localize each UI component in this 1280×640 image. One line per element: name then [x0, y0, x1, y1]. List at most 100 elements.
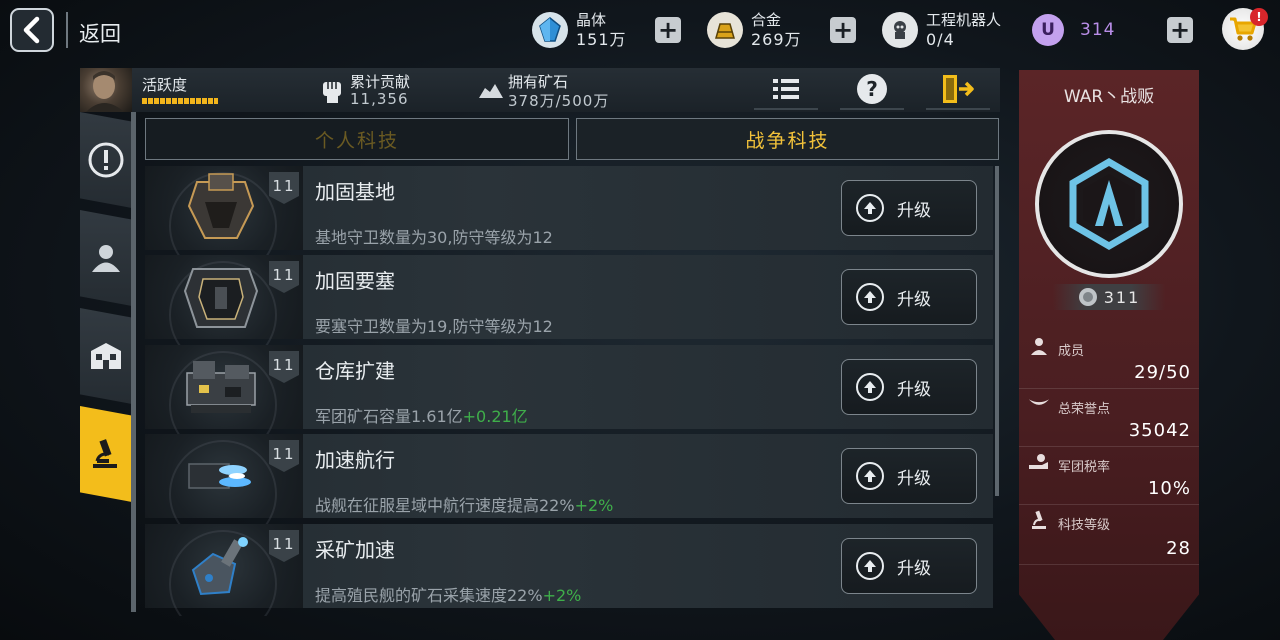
upgrade-label: 升级 — [897, 379, 931, 400]
avatar[interactable] — [80, 68, 132, 112]
divider — [1019, 388, 1199, 389]
help-icon: ? — [857, 74, 887, 104]
tech-level-value: 28 — [1166, 538, 1191, 559]
list-item: 11 加速航行 战舰在征服星域中航行速度提高22%+2% 升级 — [145, 434, 993, 548]
tech-desc-text: 战舰在征服星域中航行速度提高22% — [315, 496, 575, 515]
robot-name: 工程机器人 — [926, 11, 1002, 29]
microscope-icon — [1028, 510, 1050, 530]
warehouse-icon — [186, 361, 256, 413]
person-icon — [92, 245, 120, 272]
notification-badge: ! — [1250, 8, 1268, 26]
activity-bar — [142, 98, 218, 104]
tech-title: 采矿加速 — [315, 538, 395, 562]
u-currency-value: 314 — [1080, 20, 1116, 40]
back-label[interactable]: 返回 — [79, 18, 121, 48]
side-tab-members[interactable] — [80, 210, 132, 306]
upgrade-button[interactable]: 升级 — [841, 180, 977, 236]
arrow-up-icon — [856, 462, 884, 490]
crystal-icon — [532, 12, 568, 48]
laurel-icon — [1028, 394, 1050, 414]
arrow-up-icon — [856, 552, 884, 580]
fortified-base-icon — [187, 173, 255, 239]
guild-name: WAR丶战贩 — [1063, 87, 1155, 107]
tech-desc: 基地守卫数量为30,防守等级为12 — [315, 224, 553, 248]
list-scrollbar[interactable] — [995, 166, 999, 496]
arrow-up-icon — [856, 283, 884, 311]
microscope-icon — [93, 439, 117, 468]
crystal-resource: 晶体 151万 — [532, 8, 627, 52]
tech-desc-text: 提高殖民舰的矿石采集速度22% — [315, 586, 543, 605]
contribution-value: 11,356 — [350, 90, 409, 108]
level-tag: 11 — [269, 261, 299, 293]
tax-label: 军团税率 — [1058, 460, 1111, 475]
upgrade-label: 升级 — [897, 200, 931, 221]
upgrade-button[interactable]: 升级 — [841, 448, 977, 504]
add-alloy-button[interactable]: + — [830, 17, 856, 43]
list-item: 11 加固要塞 要塞守卫数量为19,防守等级为12 升级 — [145, 255, 993, 369]
help-button[interactable]: ? — [840, 70, 904, 110]
alert-icon — [88, 142, 124, 178]
back-button[interactable] — [10, 8, 54, 52]
tab-war-tech[interactable]: 战争科技 — [576, 118, 999, 160]
alloy-value: 269万 — [751, 30, 802, 49]
alloy-icon — [707, 12, 743, 48]
ore-icon — [479, 84, 503, 98]
side-tab-tech[interactable] — [80, 406, 132, 502]
tech-bonus: +0.21亿 — [462, 407, 528, 426]
tech-title: 加固要塞 — [315, 269, 395, 293]
ore-value: 378万/500万 — [508, 92, 610, 110]
tech-title: 加速航行 — [315, 448, 395, 472]
arrow-up-icon — [856, 194, 884, 222]
chevron-left-icon — [23, 16, 40, 44]
info-strip: 活跃度 累计贡献 11,356 拥有矿石 378万/500万 ? — [80, 68, 1000, 112]
upgrade-button[interactable]: 升级 — [841, 359, 977, 415]
tech-bonus: +2% — [542, 586, 582, 605]
list-button[interactable] — [754, 70, 818, 110]
members-value: 29/50 — [1134, 362, 1191, 383]
tech-title: 加固基地 — [315, 180, 395, 204]
tax-hand-icon — [1028, 452, 1050, 472]
u-currency: U 314 — [1032, 8, 1115, 52]
guild-power: 311 — [1053, 284, 1165, 310]
fist-icon — [323, 82, 341, 103]
robot-value: 0/4 — [926, 30, 955, 49]
list-item: 11 采矿加速 提高殖民舰的矿石采集速度22%+2% 升级 — [145, 524, 993, 616]
side-rail — [131, 112, 136, 612]
exit-door-icon — [943, 75, 974, 103]
alloy-name: 合金 — [751, 11, 782, 29]
upgrade-label: 升级 — [897, 558, 931, 579]
contribution-label: 累计贡献 — [350, 73, 411, 91]
tech-image-box: 11 — [145, 345, 303, 459]
building-icon — [91, 343, 121, 369]
tech-bonus: +2% — [574, 496, 614, 515]
honor-label: 总荣誉点 — [1058, 402, 1111, 417]
arrow-up-icon — [856, 373, 884, 401]
add-u-currency-button[interactable]: + — [1167, 17, 1193, 43]
tech-desc-text: 基地守卫数量为30,防守等级为12 — [315, 228, 553, 247]
honor-value: 35042 — [1128, 420, 1191, 441]
tech-desc: 要塞守卫数量为19,防守等级为12 — [315, 313, 553, 337]
side-tab-notice[interactable] — [80, 112, 132, 208]
fortress-icon — [183, 268, 259, 328]
list-icon — [773, 79, 799, 99]
crystal-name: 晶体 — [576, 11, 607, 29]
exit-button[interactable] — [926, 70, 990, 110]
level-tag: 11 — [269, 172, 299, 204]
ore-label: 拥有矿石 — [508, 73, 569, 91]
u-coin-icon: U — [1032, 14, 1064, 46]
guild-emblem[interactable] — [1035, 130, 1183, 278]
tech-desc: 军团矿石容量1.61亿+0.21亿 — [315, 403, 528, 427]
add-crystal-button[interactable]: + — [655, 17, 681, 43]
tab-personal-tech[interactable]: 个人科技 — [145, 118, 569, 160]
top-bar: 返回 晶体 151万 + 合金 269万 + 工程机器人 0/4 U 314 +… — [0, 0, 1280, 62]
level-tag: 11 — [269, 530, 299, 562]
guild-power-value: 311 — [1103, 287, 1141, 307]
tech-list: 11 加固基地 基地守卫数量为30,防守等级为12 升级 11 加固要塞 要塞守… — [145, 166, 993, 616]
upgrade-label: 升级 — [897, 289, 931, 310]
side-tab-base[interactable] — [80, 308, 132, 404]
robot-icon — [882, 12, 918, 48]
list-item: 11 仓库扩建 军团矿石容量1.61亿+0.21亿 升级 — [145, 345, 993, 459]
upgrade-button[interactable]: 升级 — [841, 538, 977, 594]
upgrade-button[interactable]: 升级 — [841, 269, 977, 325]
robot-resource: 工程机器人 0/4 — [882, 8, 1001, 52]
